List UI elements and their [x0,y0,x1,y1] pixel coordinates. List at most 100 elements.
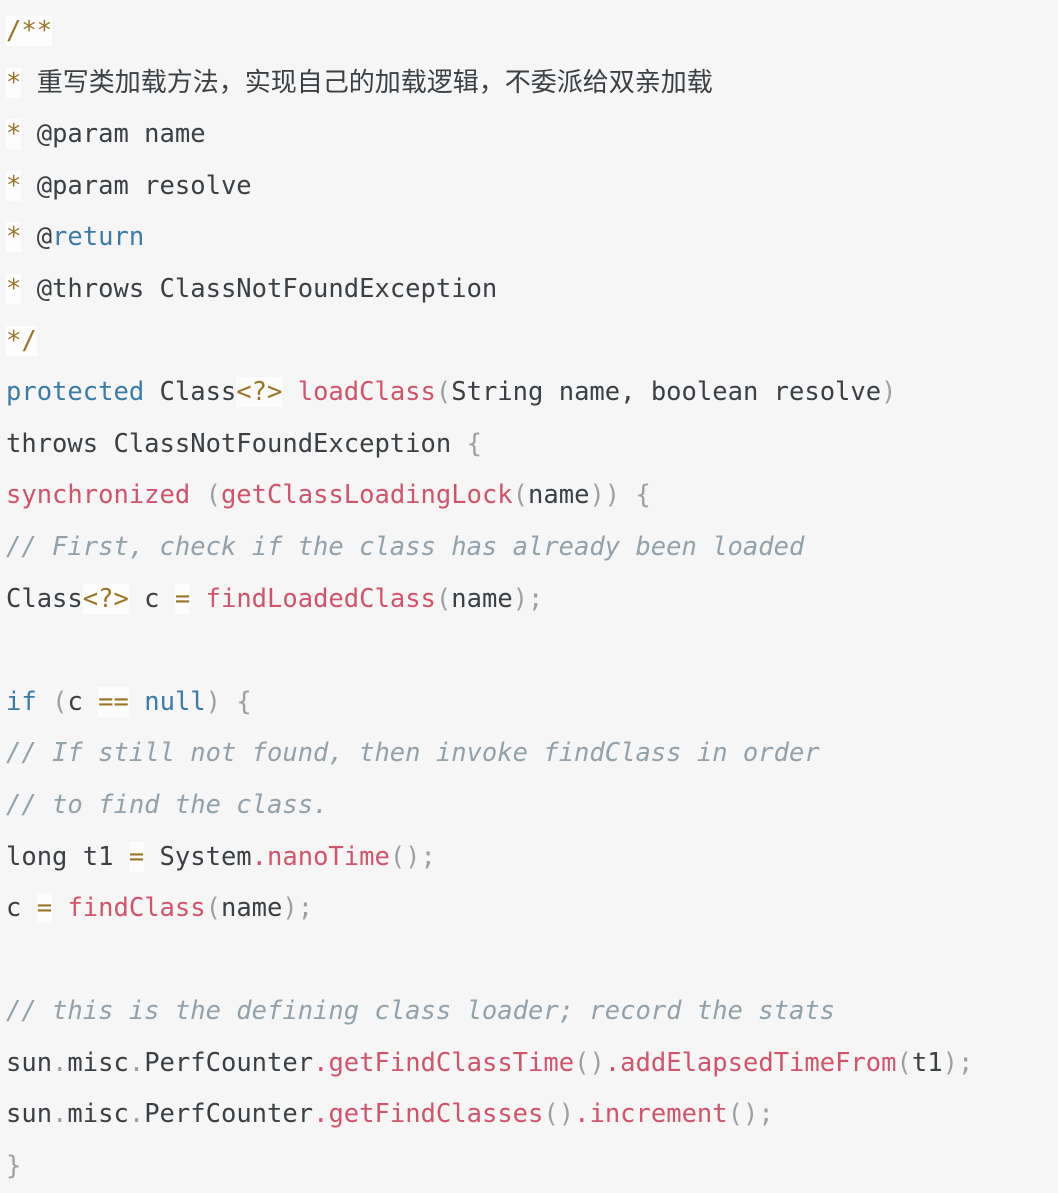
code-token-punct: ( [896,1047,912,1078]
code-token-keyword: protected [6,377,145,408]
code-line[interactable]: protected Class<?> loadClass(String name… [6,367,1058,419]
code-token-func: synchronized [6,480,191,511]
code-token-punct: () [543,1099,575,1130]
code-token-plain: throws ClassNotFoundException [6,428,467,459]
code-line[interactable]: long t1 = System.nanoTime(); [6,832,1058,884]
code-token-punct: ); [282,893,314,924]
code-token-punct: { [466,428,482,459]
code-token-punct: (); [389,841,436,872]
code-token-cjk-star: * [6,170,22,201]
code-token-plain: @ [21,222,53,253]
code-token-op: = [174,583,191,614]
code-token-punct: ( [435,377,452,408]
code-token-func: .increment [574,1099,728,1130]
code-token-punct: ( [205,480,221,511]
code-token-func: .getFindClasses [313,1099,544,1130]
code-token-plain: t1 [911,1047,943,1078]
code-token-plain: PerfCounter [144,1047,314,1078]
code-line[interactable]: throws ClassNotFoundException { [6,419,1058,471]
code-token-punct: . [128,1099,145,1130]
code-token-comment: // If still not found, then invoke findC… [6,738,820,769]
code-token-keyword: null [144,686,206,717]
code-token-comment: // First, check if the class has already… [6,531,805,562]
code-token-op: = [36,893,53,924]
code-token-op: */ [6,325,37,356]
code-token-op: = [128,841,145,872]
code-token-punct: { [236,686,252,717]
code-token-comment: // this is the defining class loader; re… [6,996,836,1027]
code-line[interactable]: } [6,1141,1058,1193]
code-token-punct: () [574,1047,605,1078]
code-token-plain: sun [6,1047,53,1078]
code-line[interactable]: if (c == null) { [6,677,1058,729]
code-line[interactable]: * @throws ClassNotFoundException [6,264,1058,316]
code-line[interactable]: * 重写类加载方法，实现自己的加载逻辑，不委派给双亲加载 [6,58,1058,110]
code-token-plain: PerfCounter [144,1099,314,1130]
code-token-op: <?> [82,583,129,614]
code-line[interactable]: sun.misc.PerfCounter.getFindClasses().in… [6,1089,1058,1141]
code-token-punct: { [635,480,651,511]
code-token-plain: misc [67,1047,129,1078]
code-line[interactable]: // to find the class. [6,780,1058,832]
code-token-cjk-star: * [6,273,22,304]
code-token-cjk: 重写类加载方法，实现自己的加载逻辑，不委派给双亲加载 [36,67,713,98]
code-line[interactable] [6,625,1058,677]
code-token-plain: name [220,893,283,924]
code-token-punct: . [52,1099,68,1130]
code-token-cjk-star: * [6,67,22,98]
code-line[interactable]: * @param resolve [6,161,1058,213]
code-line[interactable]: */ [6,316,1058,368]
code-token-plain: Class [144,377,237,408]
code-line[interactable]: * @return [6,212,1058,264]
code-token-punct: ) [881,377,897,408]
code-token-plain: c [128,583,175,614]
code-token-punct: ( [205,893,221,924]
code-line[interactable]: sun.misc.PerfCounter.getFindClassTime().… [6,1038,1058,1090]
code-token-punct: (); [727,1099,774,1130]
code-token-op: <?> [236,377,283,408]
code-token-cjk-star: * [6,222,22,253]
code-token-func: .nanoTime [251,841,390,872]
code-token-punct: . [128,1047,145,1078]
code-token-punct: ( [435,583,452,614]
code-token-plain: name [451,583,513,614]
code-token-func: findLoadedClass [205,583,436,614]
code-token-plain: @throws ClassNotFoundException [21,273,498,304]
code-token-plain: @param resolve [21,170,252,201]
code-token-plain: c [67,686,99,717]
code-token-op: /** [6,16,53,46]
code-line[interactable]: synchronized (getClassLoadingLock(name))… [6,470,1058,522]
code-token-punct: )) [589,480,621,511]
code-line[interactable]: // If still not found, then invoke findC… [6,728,1058,780]
code-token-plain: sun [6,1099,53,1130]
code-line[interactable]: c = findClass(name); [6,883,1058,935]
code-line[interactable]: // this is the defining class loader; re… [6,986,1058,1038]
code-token-func: getClassLoadingLock [220,480,513,511]
code-line[interactable]: /** [6,6,1058,58]
code-line[interactable] [6,935,1058,987]
code-line[interactable]: // First, check if the class has already… [6,522,1058,574]
code-token-func: .getFindClassTime [313,1047,575,1078]
code-token-func: loadClass [297,377,436,408]
code-line[interactable]: Class<?> c = findLoadedClass(name); [6,574,1058,626]
code-token-plain: System [144,841,252,872]
code-token-punct: ); [512,583,544,614]
code-line[interactable]: * @param name [6,109,1058,161]
code-token-punct: ( [52,686,68,717]
code-token-plain: long t1 [6,841,129,872]
code-token-punct: ) [205,686,222,717]
code-token-keyword: return [52,222,145,253]
code-token-keyword: if [6,686,37,717]
code-block[interactable]: /** * 重写类加载方法，实现自己的加载逻辑，不委派给双亲加载 * @param … [0,0,1058,1182]
code-token-punct: ); [942,1047,974,1078]
code-token-punct: } [6,1151,22,1182]
